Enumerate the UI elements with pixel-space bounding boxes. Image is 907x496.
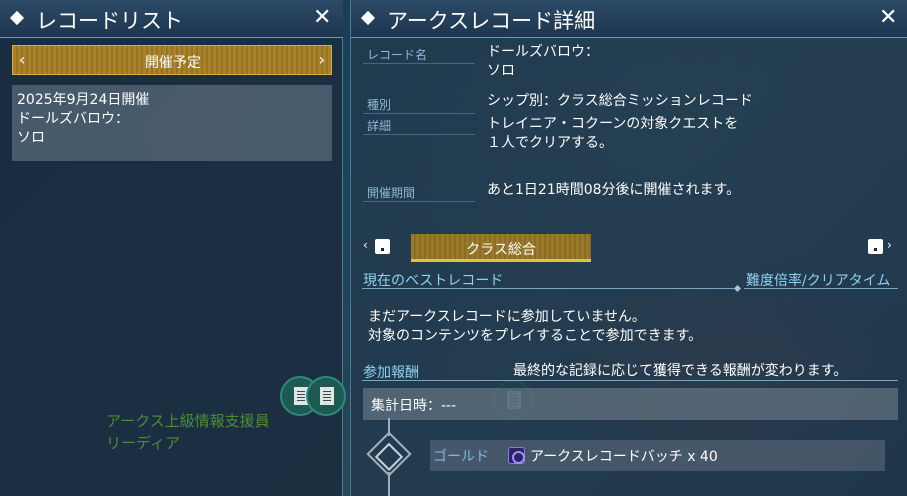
badge-icon [508, 447, 525, 464]
record-detail-header: アークスレコード詳細 ✕ [351, 0, 907, 38]
category-selector[interactable]: ‹ 開催予定 › [12, 45, 332, 75]
record-name-line1: ドールズバロウ： [487, 44, 599, 60]
tab-class-overall[interactable]: クラス総合 [411, 234, 591, 262]
section-divider [362, 288, 734, 289]
divider [363, 113, 475, 114]
record-name-value: ドールズバロウ： ソロ [487, 43, 599, 81]
aggregate-date: 集計日時：--- [371, 398, 457, 414]
detail-line2: １人でクリアする。 [487, 135, 613, 151]
divider [363, 63, 475, 64]
reward-item: アークスレコードバッチ x 40 [530, 449, 718, 465]
record-name: ドールズバロウ： [17, 111, 129, 127]
detail-value: トレイニア・コクーンの対象クエストを １人でクリアする。 [487, 115, 738, 153]
document-icon [320, 387, 334, 405]
divider [363, 134, 475, 135]
diamond-icon [360, 10, 376, 26]
record-list-header: レコードリスト ✕ [0, 0, 343, 38]
no-record-message: まだアークスレコードに参加していません。 [368, 309, 646, 325]
period-label: 開催期間 [367, 186, 416, 200]
type-value: シップ別：クラス総合ミッションレコード [487, 93, 753, 109]
chevron-left-icon: ‹ [363, 238, 368, 252]
prev-class-button[interactable] [375, 239, 390, 254]
list-item[interactable]: 2025年9月24日開催 ドールズバロウ： ソロ [12, 85, 332, 161]
class-tab-label: クラス総合 [466, 242, 536, 258]
next-class-button[interactable] [868, 239, 883, 254]
best-record-title: 現在のベストレコード [363, 273, 504, 289]
detail-label: 詳細 [367, 119, 392, 133]
npc-name: アークス上級情報支援員 リーディア [106, 410, 270, 454]
close-icon[interactable]: ✕ [313, 6, 331, 30]
rewards-title: 参加報酬 [363, 365, 419, 381]
chevron-right-icon: › [887, 238, 892, 252]
npc-title: アークス上級情報支援員 [106, 412, 270, 430]
record-mode: ソロ [17, 130, 45, 146]
type-label: 種別 [367, 98, 392, 112]
npc-document-bubble[interactable] [306, 376, 346, 416]
best-record-right-title: 難度倍率/クリアタイム [746, 273, 891, 289]
detail-line1: トレイニア・コクーンの対象クエストを [487, 116, 739, 132]
tier-connector [388, 472, 390, 496]
close-icon[interactable]: ✕ [879, 6, 897, 30]
record-name-line2: ソロ [487, 63, 515, 79]
record-list-title: レコードリスト [36, 9, 183, 33]
divider [363, 201, 475, 202]
period-value: あと1日21時間08分後に開催されます。 [487, 182, 741, 198]
section-divider [744, 288, 898, 289]
aggregate-bar: 集計日時：--- [363, 388, 898, 420]
diamond-icon [9, 10, 25, 26]
record-name-label: レコード名 [367, 48, 428, 62]
chevron-right-icon[interactable]: › [319, 50, 325, 69]
record-date: 2025年9月24日開催 [17, 92, 150, 108]
no-record-hint: 対象のコンテンツをプレイすることで参加できます。 [368, 328, 703, 344]
npc-name-text: リーディア [106, 434, 180, 452]
record-detail-title: アークスレコード詳細 [387, 9, 596, 33]
reward-tier: ゴールド [433, 449, 489, 465]
rewards-note: 最終的な記録に応じて獲得できる報酬が変わります。 [513, 363, 848, 379]
category-label: 開催予定 [145, 55, 201, 71]
